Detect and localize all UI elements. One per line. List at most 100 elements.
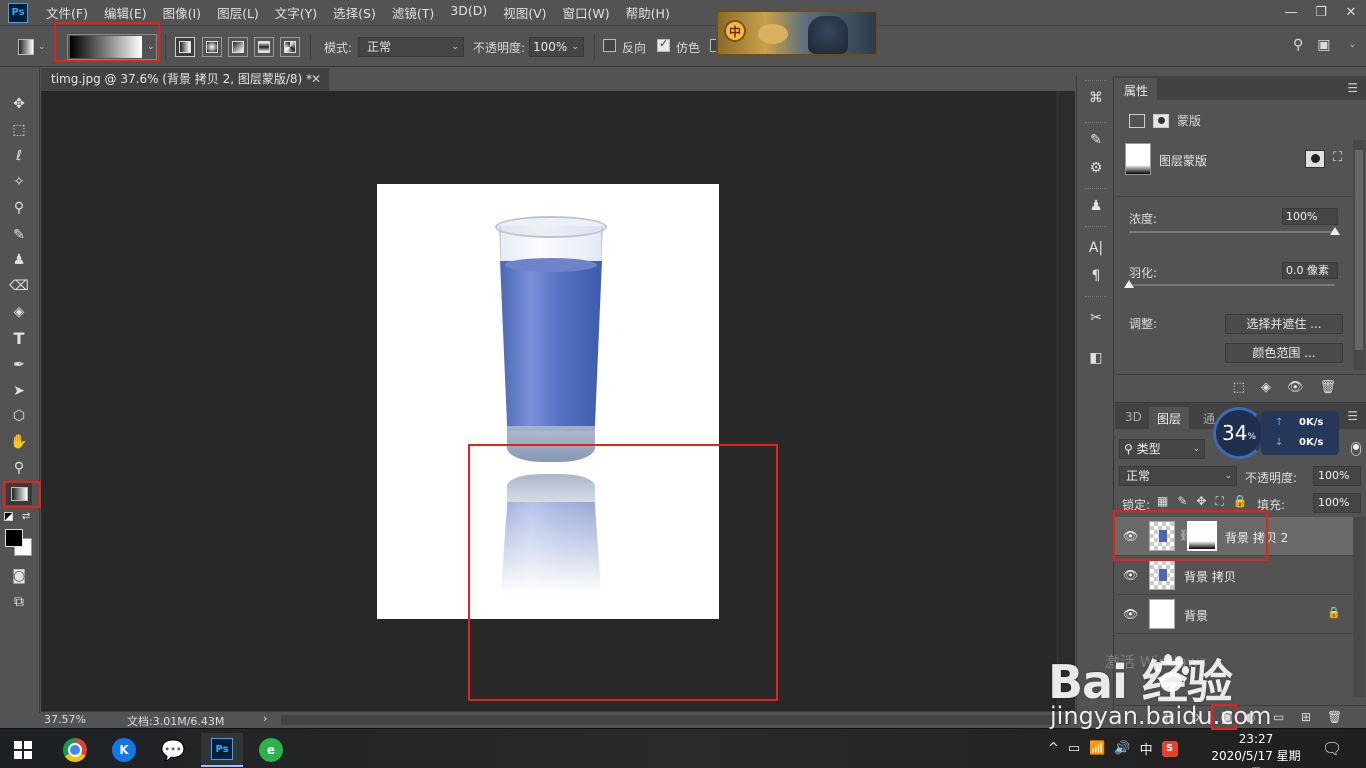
- eyedropper-tool-icon[interactable]: ⚲: [6, 197, 32, 219]
- paint-bucket-tool-icon[interactable]: ◈: [6, 301, 32, 323]
- navigator-icon[interactable]: ◧: [1084, 346, 1108, 370]
- menu-type[interactable]: 文字(Y): [275, 3, 317, 22]
- diamond-gradient-button[interactable]: [280, 37, 300, 57]
- eye-icon[interactable]: 👁: [1287, 380, 1304, 395]
- photoshop-taskbar-button[interactable]: Ps: [201, 733, 243, 767]
- kugou-taskbar-button[interactable]: K: [103, 733, 145, 767]
- reverse-checkbox[interactable]: [603, 39, 616, 52]
- paragraph-icon[interactable]: ¶: [1084, 264, 1108, 288]
- layer-mask-thumbnail[interactable]: [1187, 521, 1217, 551]
- layer-filter-dropdown[interactable]: ⚲ 类型 ⌄: [1119, 439, 1205, 459]
- blend-mode-dropdown[interactable]: 正常 ⌄: [1119, 466, 1237, 486]
- feather-input[interactable]: 0.0 像素: [1282, 262, 1338, 279]
- menu-filter[interactable]: 滤镜(T): [392, 3, 434, 22]
- feather-slider-thumb[interactable]: [1124, 280, 1134, 288]
- layer-opacity-input[interactable]: 100%: [1313, 466, 1361, 486]
- density-slider[interactable]: [1129, 227, 1340, 235]
- select-and-mask-button[interactable]: 选择并遮住 ...: [1225, 314, 1343, 334]
- load-selection-icon[interactable]: ⬚: [1233, 380, 1245, 395]
- magic-wand-tool-icon[interactable]: ✧: [6, 171, 32, 193]
- vector-mask-icon[interactable]: ⛶: [1333, 150, 1342, 165]
- reflected-gradient-button[interactable]: [254, 37, 274, 57]
- swap-colors-icon[interactable]: ⇄: [22, 511, 30, 522]
- eraser-tool-icon[interactable]: ⌫: [6, 275, 32, 297]
- trash-icon[interactable]: 🗑: [1327, 710, 1342, 724]
- adjust-icon[interactable]: ⚙: [1084, 156, 1108, 180]
- tab-layers[interactable]: 图层: [1149, 407, 1190, 429]
- network-speed-widget[interactable]: 34% ↑ 0K/s ↓ 0K/s: [1213, 407, 1341, 459]
- minimize-button[interactable]: —: [1276, 0, 1306, 25]
- zoom-level[interactable]: 37.57%: [44, 713, 86, 726]
- tab-3d[interactable]: 3D: [1117, 407, 1150, 429]
- default-colors-icon[interactable]: [4, 512, 13, 521]
- eye-icon[interactable]: 👁: [1123, 529, 1138, 543]
- tool-preset-picker[interactable]: ⌄: [18, 36, 58, 58]
- chevron-down-icon[interactable]: ⌄: [1348, 40, 1356, 50]
- wechat-taskbar-button[interactable]: 💬: [152, 733, 194, 767]
- lock-transparent-icon[interactable]: ▦: [1157, 494, 1168, 509]
- adjustment-layer-icon[interactable]: ◐: [1245, 710, 1255, 724]
- apply-mask-icon[interactable]: ◈: [1261, 380, 1271, 395]
- opacity-input[interactable]: 100% ⌄: [529, 37, 584, 57]
- gradient-tool-button[interactable]: [6, 483, 32, 505]
- fill-input[interactable]: 100%: [1313, 493, 1361, 513]
- zoom-tool-icon[interactable]: ⚲: [6, 457, 32, 479]
- menu-select[interactable]: 选择(S): [333, 3, 376, 22]
- game-ad-banner[interactable]: 中: [716, 10, 878, 56]
- lock-position-icon[interactable]: ✥: [1196, 494, 1206, 509]
- screen-mode-icon[interactable]: ⧉: [6, 591, 32, 613]
- marquee-tool-icon[interactable]: ⬚: [6, 119, 32, 141]
- shape-tool-icon[interactable]: ⬡: [6, 405, 32, 427]
- brush-tool-icon[interactable]: ✎: [6, 224, 32, 246]
- character-icon[interactable]: A|: [1084, 236, 1108, 260]
- document-canvas[interactable]: [377, 184, 719, 619]
- eye-icon[interactable]: 👁: [1123, 607, 1138, 621]
- layer-row[interactable]: 👁 背景 🔒: [1115, 595, 1353, 634]
- brush-settings-icon[interactable]: ✎: [1084, 128, 1108, 152]
- chevron-right-icon[interactable]: ›: [263, 712, 267, 725]
- type-tool-icon[interactable]: T: [6, 327, 32, 349]
- menu-layer[interactable]: 图层(L): [217, 3, 259, 22]
- group-icon[interactable]: ▭: [1273, 710, 1284, 724]
- density-input[interactable]: 100%: [1282, 208, 1338, 225]
- history-icon[interactable]: ⌘: [1084, 86, 1108, 110]
- foreground-color-swatch[interactable]: [5, 529, 23, 547]
- browser-taskbar-button[interactable]: e: [250, 733, 292, 767]
- fx-icon[interactable]: fx: [1191, 710, 1202, 724]
- menu-icon[interactable]: ☰: [1347, 409, 1358, 423]
- radial-gradient-button[interactable]: [202, 37, 222, 57]
- menu-help[interactable]: 帮助(H): [626, 3, 670, 22]
- lock-pixels-icon[interactable]: ✎: [1177, 494, 1187, 509]
- feather-slider[interactable]: [1124, 280, 1335, 288]
- new-layer-icon[interactable]: ⊞: [1301, 710, 1311, 724]
- input-method-icon[interactable]: 中: [1140, 739, 1153, 758]
- lock-artboard-icon[interactable]: ⛶: [1215, 494, 1223, 509]
- lasso-tool-icon[interactable]: ℓ: [6, 145, 32, 167]
- pixel-mask-button[interactable]: [1305, 150, 1325, 168]
- angle-gradient-button[interactable]: [228, 37, 248, 57]
- layer-row[interactable]: 👁 背景 拷贝: [1115, 556, 1353, 595]
- density-slider-thumb[interactable]: [1330, 227, 1340, 235]
- menu-image[interactable]: 图像(I): [163, 3, 201, 22]
- layer-row[interactable]: 👁 ⛓ 背景 拷贝 2: [1115, 517, 1353, 556]
- search-icon[interactable]: ⚲: [1293, 37, 1303, 53]
- color-range-button[interactable]: 颜色范围 ...: [1225, 343, 1343, 363]
- menu-view[interactable]: 视图(V): [503, 3, 546, 22]
- sogou-icon[interactable]: S: [1161, 740, 1178, 757]
- tool-presets-icon[interactable]: ✂: [1084, 306, 1108, 330]
- properties-scrollbar[interactable]: [1353, 140, 1365, 370]
- stamp-tool-icon[interactable]: ♟: [6, 249, 32, 271]
- trash-icon[interactable]: 🗑: [1319, 380, 1336, 395]
- menu-window[interactable]: 窗口(W): [563, 3, 610, 22]
- mask-properties-icon[interactable]: [1153, 113, 1169, 128]
- close-icon[interactable]: ✕: [311, 68, 321, 90]
- tab-properties[interactable]: 属性: [1115, 78, 1158, 100]
- quick-mask-icon[interactable]: ◙: [6, 565, 32, 587]
- chrome-taskbar-button[interactable]: [54, 733, 96, 767]
- menu-file[interactable]: 文件(F): [46, 3, 88, 22]
- layers-scrollbar[interactable]: [1353, 517, 1365, 697]
- horizontal-scrollbar[interactable]: [281, 715, 1071, 725]
- windows-start-icon[interactable]: [14, 741, 32, 759]
- dither-checkbox[interactable]: [657, 37, 670, 52]
- pen-tool-icon[interactable]: ✒: [6, 354, 32, 376]
